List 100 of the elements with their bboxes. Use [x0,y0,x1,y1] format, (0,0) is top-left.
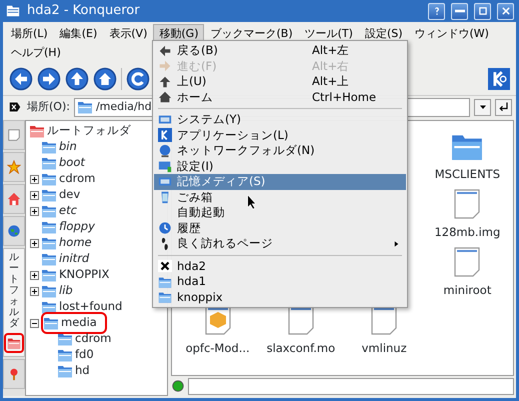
sidebar-tab[interactable] [3,120,25,150]
expand-icon[interactable] [30,190,39,200]
menu-item[interactable]: ごみ箱 [154,190,406,205]
menu-item[interactable]: 編集(E) [54,24,104,43]
menu-item[interactable]: 表示(V) [103,24,154,43]
collapse-icon[interactable] [30,318,39,328]
menu-item[interactable]: ネットワークフォルダ(N) [154,143,406,158]
folder-icon [41,251,57,267]
menu-item[interactable]: 履歴 [154,220,406,236]
tree-item[interactable]: bin [59,138,77,156]
menu-item[interactable]: アプリケーション(L) [154,128,406,143]
clock-icon [158,221,172,236]
close-icon [158,259,172,274]
folder-icon [41,267,57,283]
expand-icon[interactable] [30,270,39,280]
tree-item[interactable]: cdrom [59,170,96,188]
tree-item[interactable]: lost+found [59,298,122,316]
expand-icon[interactable] [30,174,39,184]
home-icon [7,192,21,206]
globe-icon [7,224,21,238]
minimize-button[interactable] [451,2,468,20]
folder-icon [41,139,57,155]
folder-icon [41,187,57,203]
tree-item[interactable]: home [59,234,92,252]
menu-item[interactable]: ブックマーク(B) [204,24,299,43]
folder-icon [41,235,57,251]
sidebar-tab[interactable] [3,184,25,214]
folder-icon [7,336,21,350]
menu-item[interactable]: 上(U) Alt+上 [154,74,406,90]
menu-item[interactable]: 設定(I) [154,158,406,174]
menu-item[interactable]: hda2 [154,258,406,274]
maximize-button[interactable] [474,2,491,20]
folder-icon [41,219,57,235]
tree-item[interactable]: initrd [59,250,90,268]
menu-item[interactable]: 場所(L) [5,24,54,43]
tree-item[interactable]: boot [59,154,85,172]
back-icon [158,44,172,58]
globe-icon [158,144,172,158]
close-button[interactable] [497,2,514,20]
home-icon[interactable] [93,66,117,90]
help-button[interactable] [428,2,445,20]
folder-icon [158,274,172,289]
menu-item[interactable]: システム(Y) [154,112,406,128]
folder-icon [41,283,57,299]
menu-item[interactable]: ヘルプ(H) [5,43,67,62]
tree-item[interactable]: fd0 [75,346,94,364]
close-icon [500,6,510,16]
window-title: hda2 - Konqueror [27,2,141,20]
forward-icon[interactable] [37,66,61,90]
file-name[interactable]: vmlinuz [362,340,407,357]
menu-item[interactable]: 良く訪れるページ [154,236,406,252]
menu-item[interactable]: knoppix [154,290,406,305]
folder-icon [41,171,57,187]
expand-icon[interactable] [30,206,39,216]
tree-item[interactable]: KNOPPIX [59,266,110,284]
menu-item[interactable]: 設定(S) [358,24,409,43]
folder-icon [43,315,59,331]
menu-item[interactable]: hda1 [154,274,406,290]
folder-icon [29,123,45,139]
monitor-icon [158,159,172,174]
menu-item[interactable]: ウィンドウ(W) [408,24,495,43]
expand-icon[interactable] [30,286,39,296]
kde-logo-icon[interactable] [488,68,510,90]
folder-icon [57,347,73,363]
menu-item[interactable]: 記憶メディア(S) [154,174,406,190]
reload-icon[interactable] [126,66,150,90]
dropdown-button[interactable] [474,98,491,116]
file-name[interactable]: MSCLIENTS [434,166,500,183]
sidebar-tab[interactable] [3,216,25,246]
menu-item[interactable]: ホーム Ctrl+Home [154,90,406,105]
clear-location-icon[interactable] [7,101,23,113]
sidebar-tab[interactable] [3,359,25,389]
file-name[interactable]: opfc-Mod... [186,340,250,357]
star-icon [7,160,21,174]
status-light-icon [171,379,185,393]
kde-logo-icon [158,128,172,142]
tree-item[interactable]: floppy [59,218,95,236]
tree-item[interactable]: hd [75,362,90,380]
go-button[interactable] [495,98,512,116]
expand-icon[interactable] [30,238,39,248]
tree-item[interactable]: etc [59,202,77,220]
location-label: 場所(O): [27,98,70,115]
file-name[interactable]: 128mb.img [434,224,500,241]
tree-item[interactable]: ルートフォルダ [47,122,131,140]
tree-item[interactable]: dev [59,186,80,204]
menu-item[interactable]: ツール(T) [298,24,359,43]
back-icon[interactable] [9,66,33,90]
sidebar-tab[interactable] [3,152,25,182]
tree-item[interactable]: cdrom [75,330,112,348]
caret-icon [478,103,486,111]
file-name[interactable]: miniroot [443,282,492,299]
menu-item[interactable]: 自動起動 [154,205,406,220]
up-icon [158,74,172,89]
file-name[interactable]: slaxconf.mo [266,340,336,357]
menu-item[interactable]: 戻る(B) Alt+左 [154,43,406,58]
tree-item[interactable]: lib [59,282,73,300]
tree-item[interactable]: media [61,314,97,332]
sidebar-tab[interactable]: ルートフォルダ [3,248,25,357]
up-icon[interactable] [65,66,89,90]
folder-icon [57,363,73,379]
